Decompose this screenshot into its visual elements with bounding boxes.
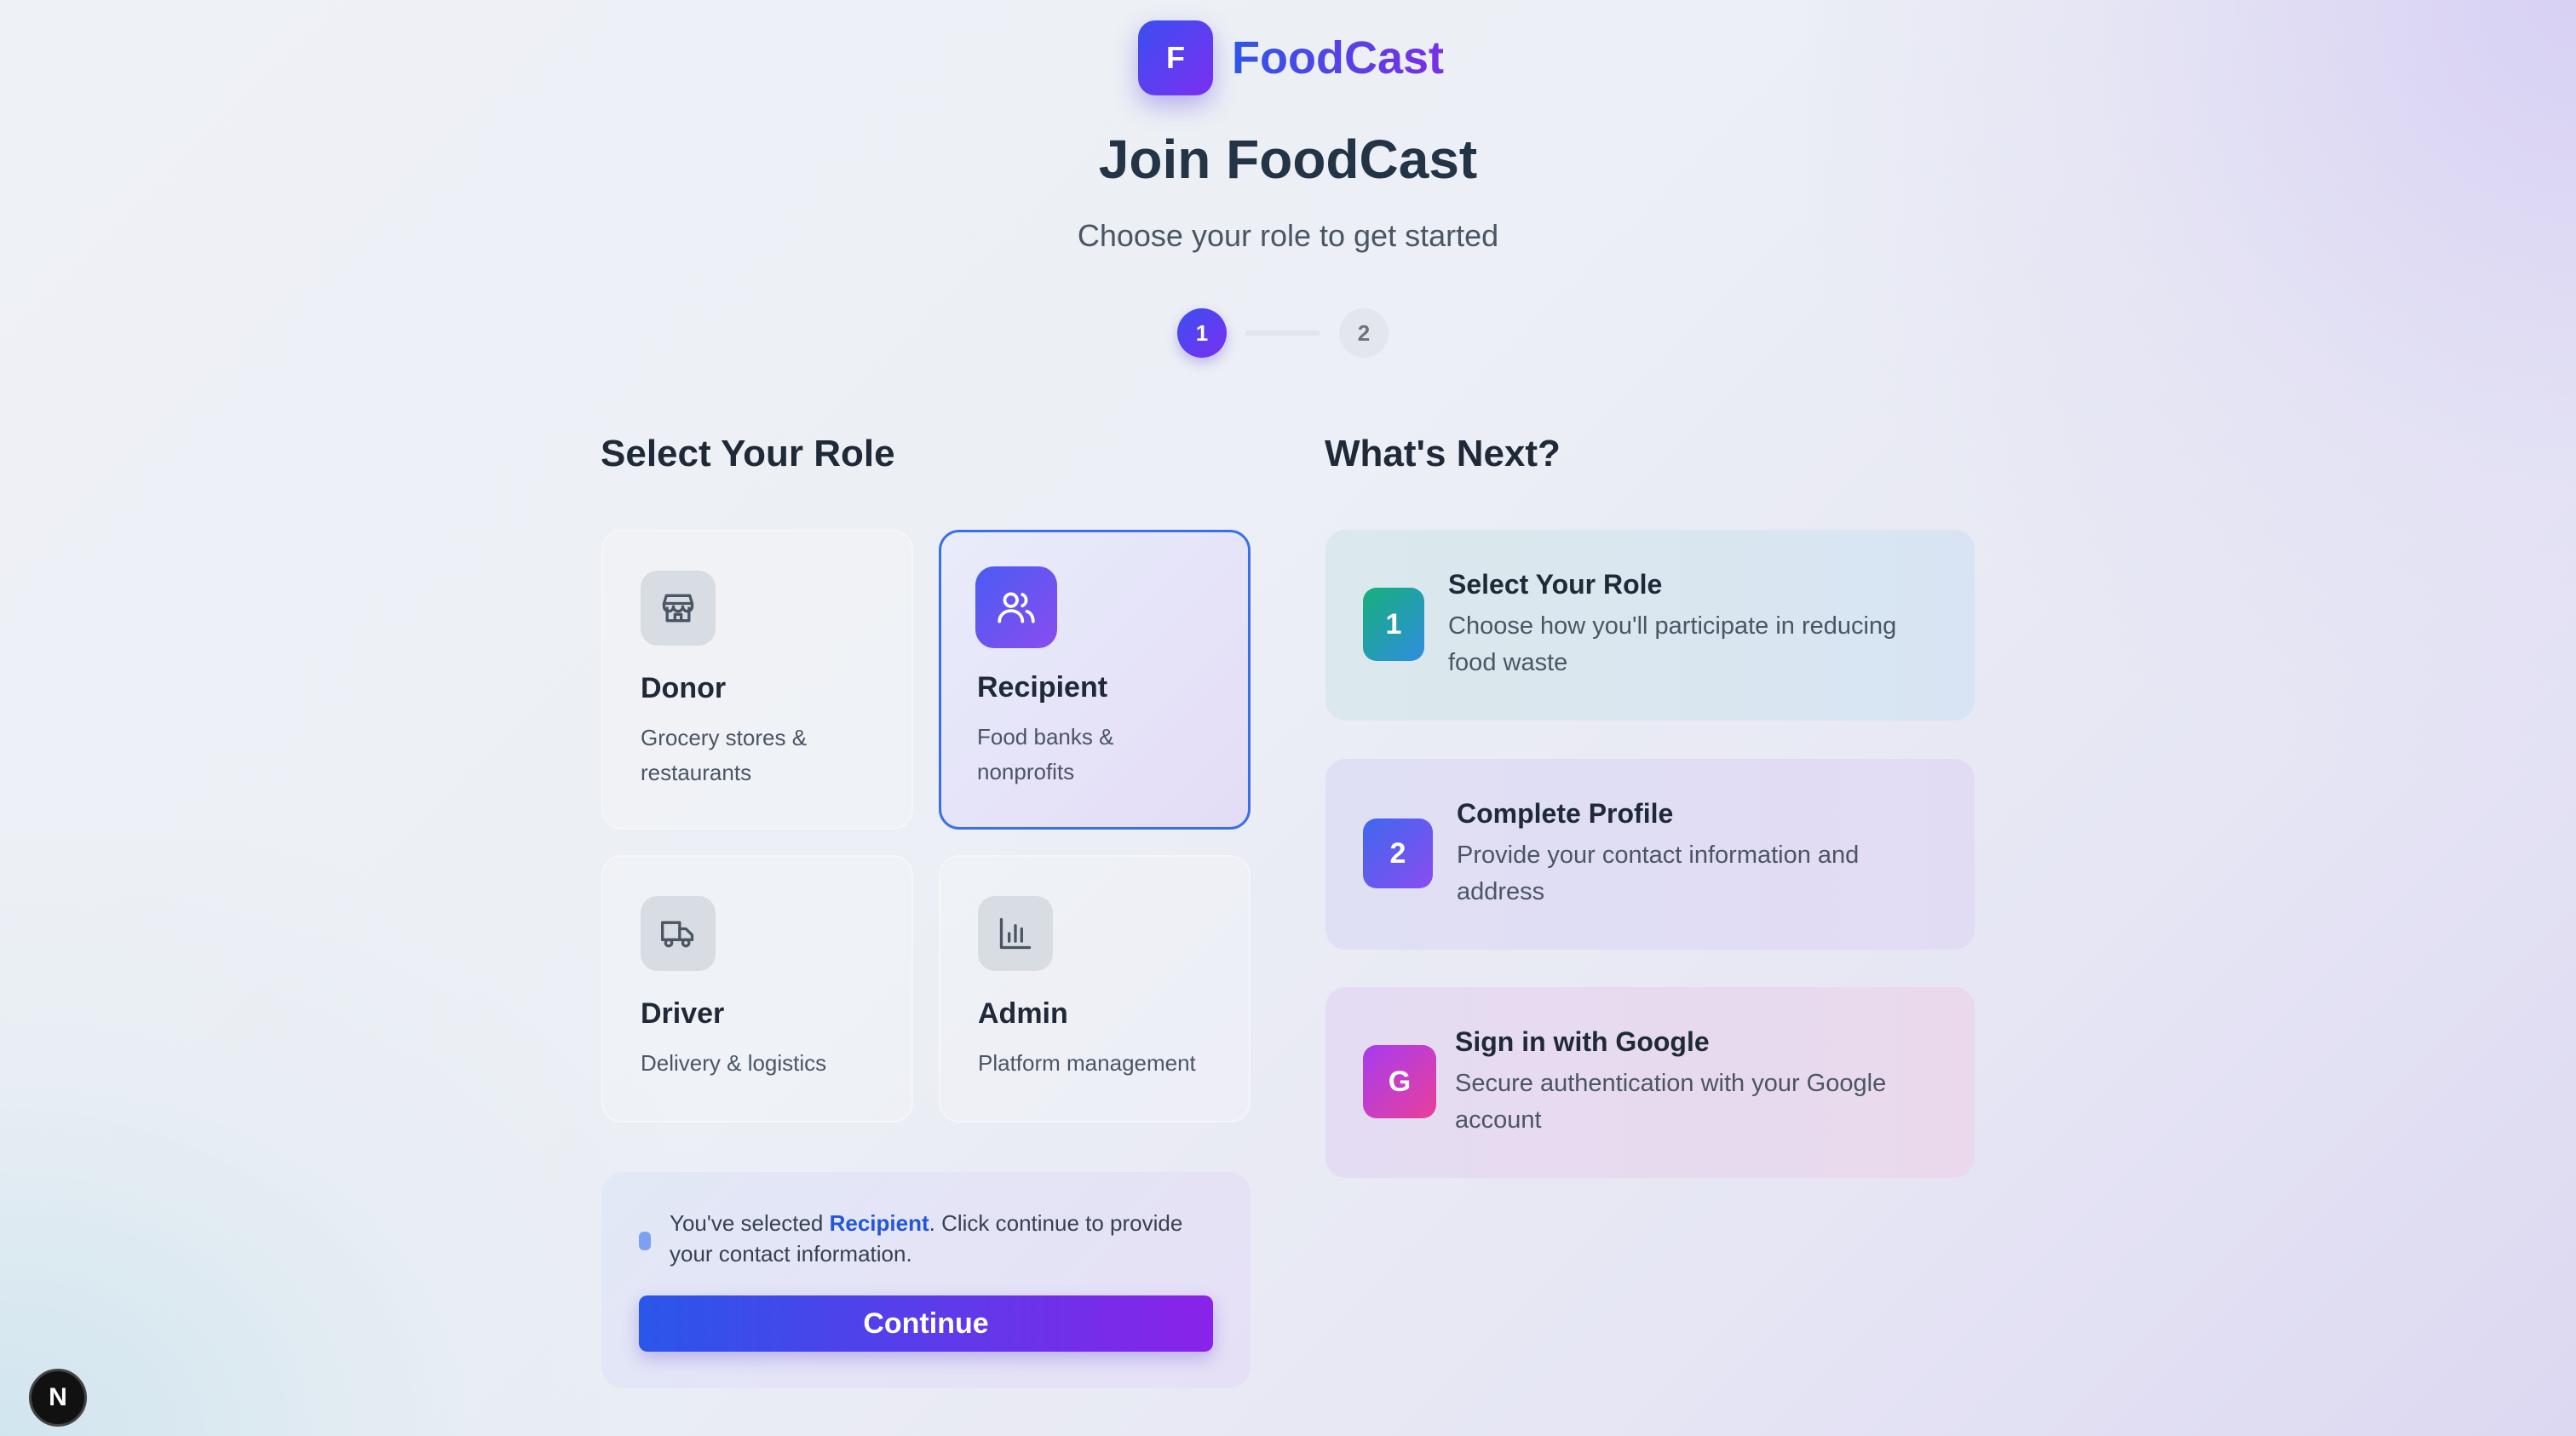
whats-next-heading: What's Next? (1325, 433, 1561, 474)
continue-button[interactable]: Continue (639, 1295, 1213, 1352)
role-card-donor[interactable]: Donor Grocery stores & restaurants (601, 530, 913, 830)
next-step-title-2: Complete Profile (1457, 798, 1674, 829)
role-name-driver: Driver (641, 997, 725, 1030)
role-name-recipient: Recipient (977, 671, 1108, 704)
brand-name: FoodCast (1232, 32, 1444, 83)
role-desc-driver: Delivery & logistics (641, 1050, 827, 1076)
role-desc-recipient: Food banks & nonprofits (977, 724, 1114, 784)
truck-icon (641, 896, 716, 971)
next-step-desc-2: Provide your contact information and add… (1457, 841, 1860, 905)
info-dot-icon (639, 1232, 651, 1250)
role-card-recipient[interactable]: Recipient Food banks & nonprofits (939, 530, 1251, 830)
selection-message: You've selected Recipient. Click continu… (670, 1208, 1215, 1269)
select-role-heading: Select Your Role (601, 433, 895, 474)
users-icon (975, 566, 1057, 648)
step-indicator-1: 1 (1177, 308, 1227, 358)
next-step-card-3: G Sign in with Google Secure authenticat… (1325, 987, 1975, 1178)
page-subtitle: Choose your role to get started (1077, 218, 1499, 253)
role-card-driver[interactable]: Driver Delivery & logistics (601, 855, 913, 1123)
selection-summary: You've selected Recipient. Click continu… (601, 1172, 1251, 1388)
step-number-badge-1: 1 (1363, 588, 1424, 661)
signup-page: F FoodCast Join FoodCast Choose your rol… (0, 0, 2576, 1436)
role-name-donor: Donor (641, 672, 727, 704)
next-step-title-1: Select Your Role (1448, 569, 1663, 600)
step-connector (1245, 330, 1320, 336)
progress-stepper: 1 2 (1177, 308, 1389, 358)
next-step-title-3: Sign in with Google (1455, 1026, 1710, 1057)
selection-prefix: You've selected (670, 1210, 830, 1236)
next-step-desc-1: Choose how you'll participate in reducin… (1448, 612, 1897, 676)
brand-logo[interactable]: F FoodCast (1138, 20, 1444, 95)
page-title: Join FoodCast (1098, 129, 1478, 190)
role-desc-donor: Grocery stores & restaurants (641, 725, 808, 785)
role-desc-admin: Platform management (978, 1050, 1196, 1076)
google-icon: G (1363, 1045, 1436, 1118)
step-indicator-2: 2 (1339, 308, 1389, 358)
store-icon (641, 571, 716, 646)
role-name-admin: Admin (978, 997, 1068, 1030)
role-card-admin[interactable]: Admin Platform management (939, 855, 1251, 1123)
logo-badge: F (1138, 20, 1213, 95)
next-step-desc-3: Secure authentication with your Google a… (1455, 1070, 1887, 1134)
selected-role-name: Recipient (829, 1210, 929, 1236)
bar-chart-icon (978, 896, 1053, 971)
step-number-badge-2: 2 (1363, 819, 1433, 888)
next-step-card-1: 1 Select Your Role Choose how you'll par… (1325, 530, 1975, 721)
next-step-card-2: 2 Complete Profile Provide your contact … (1325, 759, 1975, 950)
nextjs-dev-badge[interactable]: N (29, 1369, 87, 1427)
